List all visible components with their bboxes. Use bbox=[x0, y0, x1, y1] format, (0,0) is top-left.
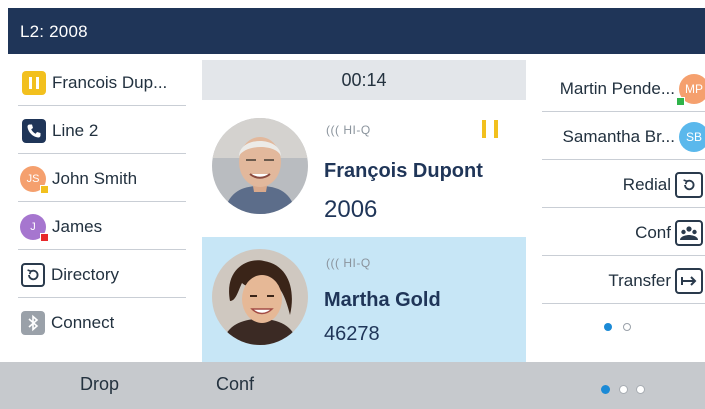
right-key-label: Conf bbox=[635, 223, 671, 242]
avatar: JS bbox=[20, 166, 49, 194]
softkey-bar: Drop Conf bbox=[0, 362, 705, 409]
right-key-redial[interactable]: Redial bbox=[530, 162, 705, 208]
left-key-line-2[interactable]: Line 2 bbox=[8, 108, 198, 154]
left-key-connect[interactable]: Connect bbox=[8, 300, 198, 346]
right-key-label: Samantha Br... bbox=[562, 127, 675, 146]
right-key-samantha[interactable]: Samantha Br... SB bbox=[530, 114, 705, 160]
call-timer-bar: 00:14 bbox=[202, 60, 526, 100]
avatar: SB bbox=[679, 122, 705, 152]
divider bbox=[18, 201, 186, 202]
right-key-transfer[interactable]: Transfer bbox=[530, 258, 705, 304]
page-dot[interactable] bbox=[622, 323, 631, 331]
avatar-initials: MP bbox=[685, 82, 703, 96]
divider bbox=[542, 111, 705, 112]
avatar-initials: JS bbox=[26, 173, 40, 185]
left-key-label: Connect bbox=[51, 313, 115, 332]
divider bbox=[18, 105, 186, 106]
right-key-pager[interactable] bbox=[530, 318, 705, 336]
divider bbox=[18, 249, 186, 250]
call-card-active[interactable]: ((( HI-Q Martha Gold 46278 bbox=[202, 237, 526, 362]
presence-away-indicator bbox=[40, 185, 49, 194]
left-key-john-smith[interactable]: JS John Smith bbox=[8, 156, 198, 202]
left-key-panel: Francois Dup... Line 2 JS John Smith J J… bbox=[8, 60, 198, 360]
hold-icon bbox=[482, 120, 498, 138]
caller-number: 2006 bbox=[324, 196, 378, 223]
softkey-pager[interactable] bbox=[599, 381, 647, 399]
bluetooth-icon bbox=[21, 311, 45, 335]
conf-softkey[interactable]: Conf bbox=[216, 374, 254, 395]
left-key-james[interactable]: J James bbox=[8, 204, 198, 250]
call-timer: 00:14 bbox=[341, 70, 387, 90]
left-key-label: Directory bbox=[51, 265, 120, 284]
divider bbox=[542, 303, 705, 304]
left-key-francois-dupont[interactable]: Francois Dup... bbox=[8, 60, 198, 106]
left-key-label: John Smith bbox=[52, 169, 138, 188]
caller-photo bbox=[212, 249, 308, 345]
caller-number: 46278 bbox=[324, 323, 380, 345]
caller-name: Martha Gold bbox=[324, 289, 441, 311]
divider bbox=[542, 207, 705, 208]
directory-icon bbox=[21, 263, 45, 287]
right-key-conference[interactable]: Conf bbox=[530, 210, 705, 256]
phone-screen: L2: 2008 Francois Dup... Line 2 JS John … bbox=[0, 0, 705, 409]
divider bbox=[18, 153, 186, 154]
conference-icon bbox=[675, 220, 703, 246]
call-area: 00:14 ((( HI-Q François Dupont 2006 (((… bbox=[202, 60, 526, 362]
divider bbox=[542, 255, 705, 256]
avatar-initials: J bbox=[30, 221, 36, 233]
phone-icon bbox=[22, 119, 46, 143]
avatar-initials: SB bbox=[685, 130, 702, 144]
right-key-label: Transfer bbox=[608, 271, 671, 290]
transfer-icon bbox=[675, 268, 703, 294]
divider bbox=[18, 297, 186, 298]
drop-softkey[interactable]: Drop bbox=[80, 374, 119, 395]
hiq-audio-badge: ((( HI-Q bbox=[326, 256, 371, 270]
right-key-label: Martin Pende... bbox=[559, 79, 675, 98]
page-dot[interactable] bbox=[618, 385, 628, 394]
call-card-held[interactable]: ((( HI-Q François Dupont 2006 bbox=[202, 100, 526, 237]
left-key-label: Francois Dup... bbox=[52, 73, 168, 92]
hiq-audio-badge: ((( HI-Q bbox=[326, 123, 371, 137]
page-dot[interactable] bbox=[636, 385, 645, 394]
right-key-martin-pendergast[interactable]: Martin Pende... MP bbox=[530, 66, 705, 112]
left-key-label: James bbox=[52, 217, 103, 236]
caller-name: François Dupont bbox=[324, 160, 483, 182]
pause-icon bbox=[22, 71, 46, 95]
line-header: L2: 2008 bbox=[8, 8, 705, 54]
avatar: MP bbox=[676, 74, 705, 106]
presence-busy-indicator bbox=[40, 233, 49, 242]
left-key-label: Line 2 bbox=[52, 121, 99, 140]
avatar: J bbox=[20, 214, 49, 242]
redial-icon bbox=[675, 172, 703, 198]
divider bbox=[542, 159, 705, 160]
page-dot-active[interactable] bbox=[604, 323, 613, 331]
right-key-panel: Martin Pende... MP Samantha Br... SB Red… bbox=[530, 60, 705, 360]
left-key-directory[interactable]: Directory bbox=[8, 252, 198, 298]
page-dot-active[interactable] bbox=[601, 385, 611, 394]
right-key-label: Redial bbox=[622, 175, 671, 194]
caller-photo bbox=[212, 118, 308, 214]
line-title: L2: 2008 bbox=[20, 22, 88, 41]
presence-available-indicator bbox=[676, 97, 685, 106]
